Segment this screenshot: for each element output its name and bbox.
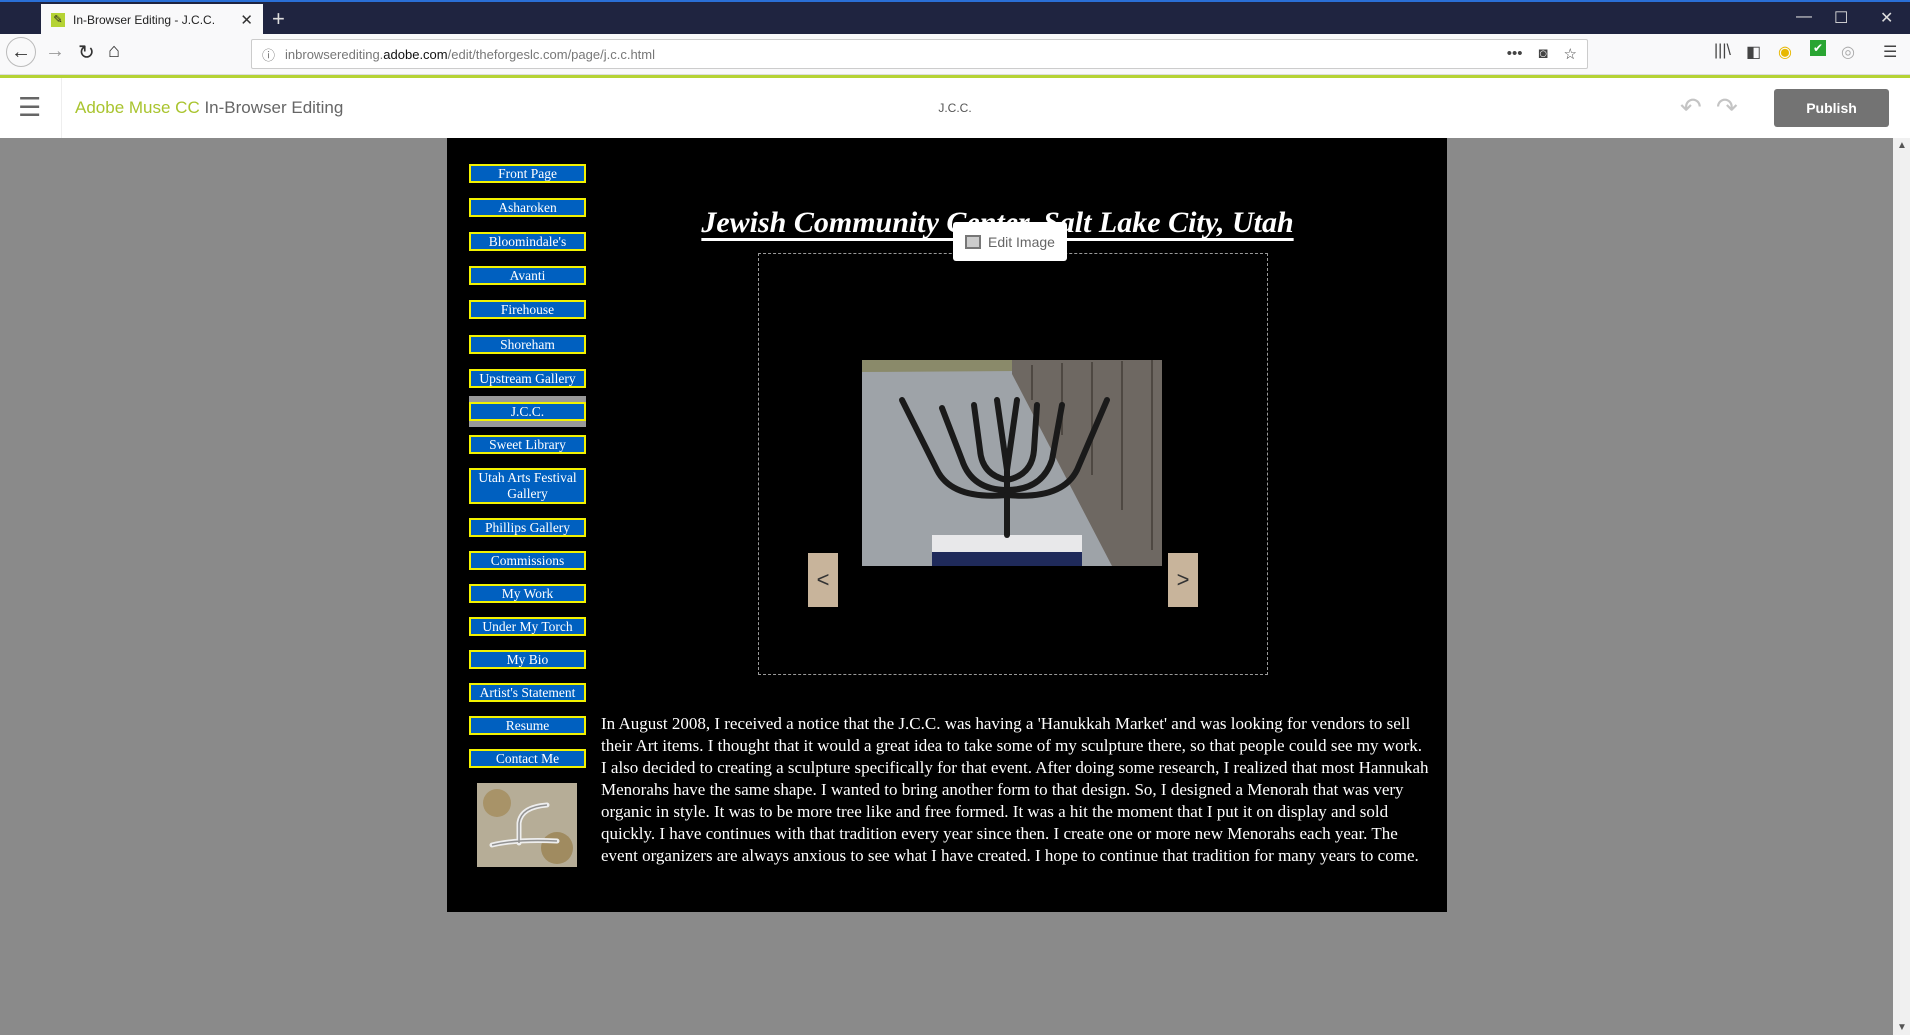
menorah-photo[interactable] (862, 360, 1162, 566)
nav-button-artist-s-statement[interactable]: Artist's Statement (469, 683, 586, 702)
site-page: Front Page Asharoken Bloomindale's Avanti Fi… (447, 138, 1447, 912)
nav-button-sweet-library[interactable]: Sweet Library (469, 435, 586, 454)
nav-button-avanti[interactable]: Avanti (469, 266, 586, 285)
new-tab-button[interactable]: + (272, 6, 285, 32)
bookmark-star-icon[interactable]: ☆ (1564, 45, 1577, 63)
scrollbar[interactable]: ▲ ▼ (1893, 138, 1910, 1035)
page-name: J.C.C. (938, 101, 972, 115)
nav-button-under-my-torch[interactable]: Under My Torch (469, 617, 586, 636)
forward-icon[interactable]: → (45, 40, 65, 63)
edit-image-button[interactable]: Edit Image (953, 222, 1067, 261)
nav-button-bloomindale-s[interactable]: Bloomindale's (469, 232, 586, 251)
url-domain: adobe.com (383, 46, 448, 62)
nav-button-shoreham[interactable]: Shoreham (469, 335, 586, 354)
nav-button-resume[interactable]: Resume (469, 716, 586, 735)
publish-button[interactable]: Publish (1774, 89, 1889, 127)
extension-check-icon[interactable]: ✔ (1810, 40, 1826, 56)
minimize-icon[interactable]: — (1796, 8, 1812, 26)
extension-ghost-icon[interactable]: ◎ (1841, 42, 1855, 62)
library-icon[interactable]: |||\ (1714, 42, 1731, 60)
scroll-up-icon[interactable]: ▲ (1897, 140, 1907, 151)
body-paragraph: In August 2008, I received a notice that… (601, 714, 1429, 865)
extension-search-icon[interactable]: ◉ (1778, 42, 1792, 62)
slideshow-next-button[interactable]: > (1168, 553, 1198, 607)
tab-bar: ✎ In-Browser Editing - J.C.C. ✕ + — ☐ ✕ (0, 0, 1910, 36)
nav-button-commissions[interactable]: Commissions (469, 551, 586, 570)
url-bar[interactable]: ⓘ inbrowserediting. adobe.com/edit/thefor… (251, 39, 1588, 69)
signature-thumbnail (477, 783, 577, 867)
nav-button-my-bio[interactable]: My Bio (469, 650, 586, 669)
home-icon[interactable]: ⌂ (108, 40, 120, 63)
more-icon[interactable]: ••• (1507, 45, 1523, 63)
image-icon (965, 234, 982, 249)
muse-header: ☰ Adobe Muse CC In-Browser Editing J.C.C… (0, 78, 1910, 138)
nav-button-phillips-gallery[interactable]: Phillips Gallery (469, 518, 586, 537)
scroll-down-icon[interactable]: ▼ (1897, 1022, 1907, 1033)
back-icon[interactable]: ← (6, 37, 36, 67)
browser-tab[interactable]: ✎ In-Browser Editing - J.C.C. ✕ (41, 4, 263, 36)
maximize-icon[interactable]: ☐ (1834, 8, 1848, 28)
redo-icon[interactable]: ↷ (1716, 92, 1738, 123)
undo-icon[interactable]: ↶ (1680, 92, 1702, 123)
nav-toolbar: ← → ↻ ⌂ ⓘ inbrowserediting. adobe.com/edi… (0, 34, 1910, 75)
pencil-icon: ✎ (51, 13, 65, 27)
nav-button-upstream-gallery[interactable]: Upstream Gallery (469, 369, 586, 388)
close-window-icon[interactable]: ✕ (1880, 8, 1893, 28)
info-icon[interactable]: ⓘ (262, 45, 275, 64)
edit-image-label: Edit Image (988, 233, 1055, 250)
nav-button-firehouse[interactable]: Firehouse (469, 300, 586, 319)
slideshow-prev-button[interactable]: < (808, 553, 838, 607)
nav-button-utah-arts-festival-gallery[interactable]: Utah Arts Festival Gallery (469, 468, 586, 504)
pocket-icon[interactable]: ◙ (1538, 45, 1547, 63)
sidebar-icon[interactable]: ◧ (1746, 42, 1761, 62)
nav-button-j-c-c[interactable]: J.C.C. (469, 402, 586, 421)
tab-title: In-Browser Editing - J.C.C. (73, 13, 216, 27)
url-prefix: inbrowserediting. (285, 46, 384, 62)
nav-button-contact-me[interactable]: Contact Me (469, 749, 586, 768)
menu-icon[interactable]: ☰ (1883, 42, 1897, 62)
reload-icon[interactable]: ↻ (78, 40, 95, 65)
url-path: /edit/theforgeslc.com/page/j.c.c.html (447, 46, 655, 62)
close-tab-icon[interactable]: ✕ (240, 11, 253, 29)
nav-button-front-page[interactable]: Front Page (469, 164, 586, 183)
nav-button-my-work[interactable]: My Work (469, 584, 586, 603)
nav-button-asharoken[interactable]: Asharoken (469, 198, 586, 217)
